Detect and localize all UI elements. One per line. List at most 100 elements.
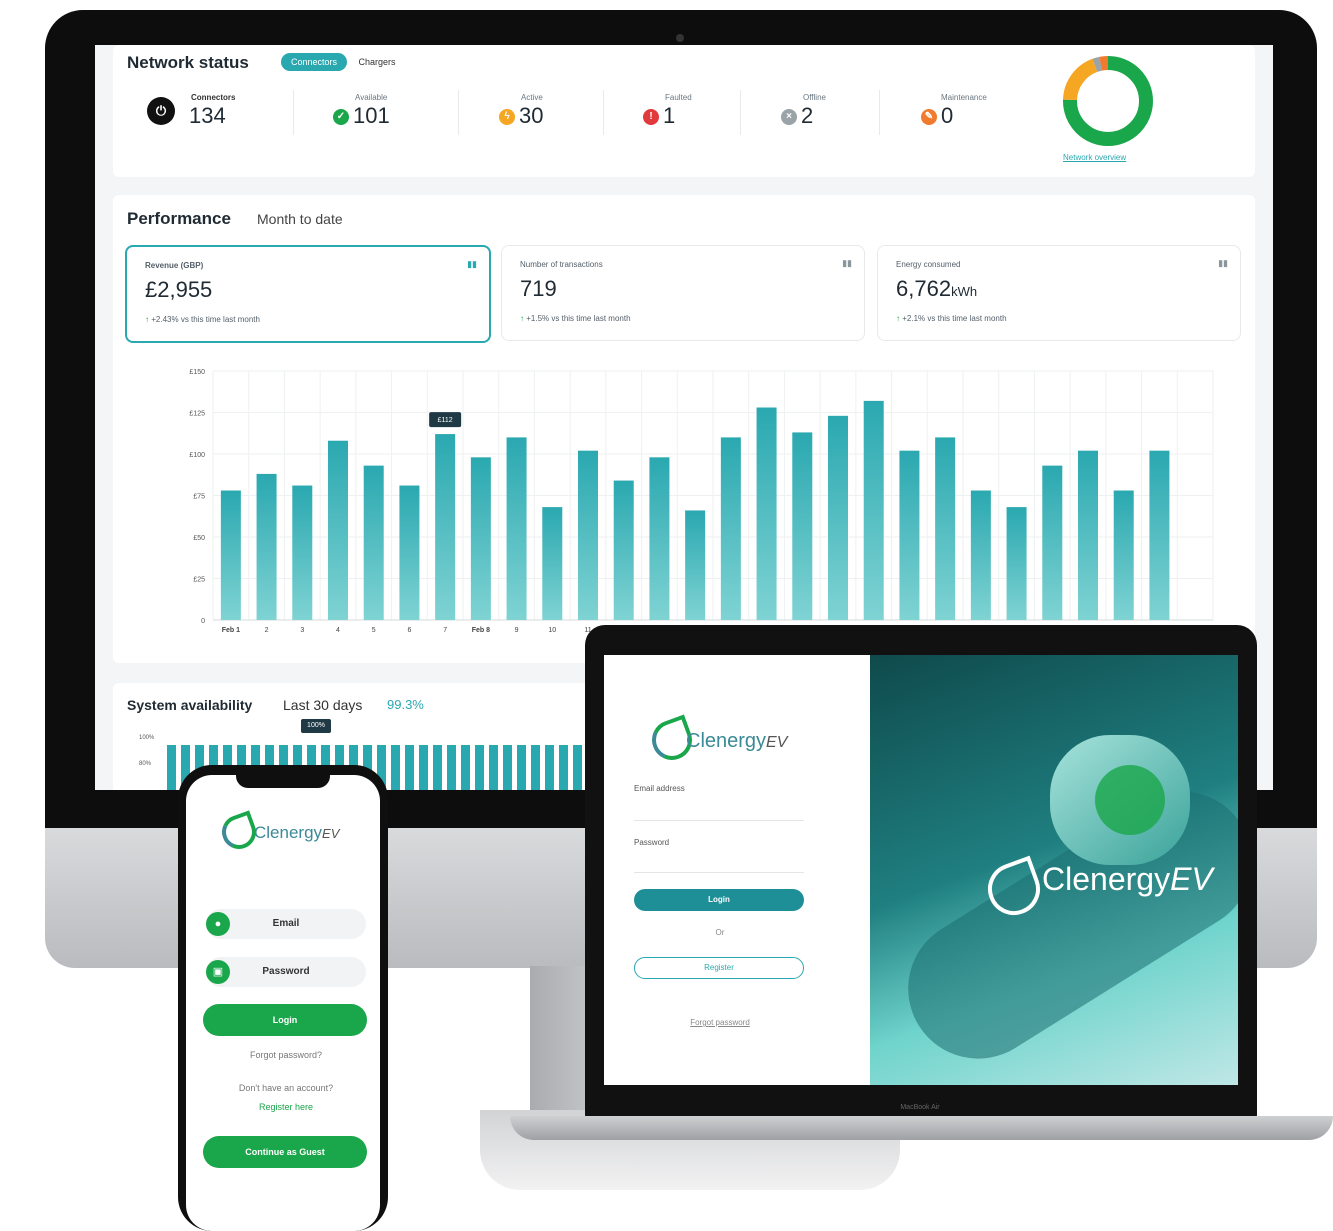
x-tick-label: 7 (443, 627, 447, 634)
phone-register-link[interactable]: Register here (206, 1102, 366, 1112)
availability-bar (573, 745, 582, 790)
availability-bar (419, 745, 428, 790)
bar (578, 450, 598, 620)
kpi-label: Number of transactions (520, 260, 603, 269)
y-tick-label: £100 (189, 452, 205, 459)
y-tick-label: £75 (193, 494, 205, 501)
bar (935, 437, 956, 620)
wrench-icon: ✎ (921, 109, 937, 125)
lock-icon: ▣ (206, 960, 230, 984)
bar (1113, 490, 1134, 620)
forgot-password-link[interactable]: Forgot password (660, 1018, 780, 1027)
y-tick: 100% (139, 735, 155, 741)
email-field[interactable] (634, 800, 804, 821)
availability-bar (433, 745, 442, 790)
bar (970, 490, 991, 620)
stat-value-active: 30 (519, 103, 544, 128)
bar (363, 465, 384, 620)
kpi-change: ↑ +2.1% vs this time last month (896, 314, 1007, 323)
kpi-change: ↑ +1.5% vs this time last month (520, 314, 631, 323)
stat-label-offline: Offline (803, 93, 826, 102)
tab-chargers[interactable]: Chargers (349, 53, 405, 71)
or-divider: Or (715, 928, 725, 937)
phone-guest-button[interactable]: Continue as Guest (203, 1136, 367, 1168)
availability-bar (489, 745, 498, 790)
divider (879, 90, 880, 135)
x-tick-label: Feb 8 (472, 627, 490, 634)
availability-bar (447, 745, 456, 790)
bar (1042, 465, 1063, 620)
phone-no-account-text: Don't have an account? (238, 1083, 334, 1093)
availability-bar (405, 745, 414, 790)
stat-label-connectors: Connectors (191, 93, 236, 102)
availability-title: System availability (127, 697, 253, 713)
bar (792, 432, 813, 620)
charger-hero-image: ClenergyEV (870, 655, 1238, 1085)
stat-value-connectors: 134 (189, 103, 226, 128)
phone-notch (236, 770, 330, 788)
bar (435, 434, 456, 620)
bar (1078, 450, 1098, 620)
email-label: Email address (634, 784, 685, 793)
check-icon: ✓ (333, 109, 349, 125)
kpi-change: ↑ +2.43% vs this time last month (145, 315, 260, 324)
bar (828, 415, 848, 620)
stat-value-faulted: 1 (663, 103, 676, 128)
phone-forgot-link[interactable]: Forgot password? (206, 1050, 366, 1060)
performance-title: Performance (127, 209, 231, 228)
performance-period: Month to date (257, 211, 343, 227)
chart-icon: ▮▮ (842, 258, 852, 268)
y-tick-label: £125 (189, 411, 205, 418)
chart-tooltip-label: £112 (438, 417, 453, 424)
bar (470, 457, 491, 620)
y-tick-label: £50 (193, 535, 205, 542)
divider (740, 90, 741, 135)
register-button[interactable]: Register (634, 957, 804, 979)
laptop-brand: ClenergyEV (686, 730, 788, 752)
bar (292, 485, 313, 620)
tab-connectors[interactable]: Connectors (281, 53, 347, 71)
divider (603, 90, 604, 135)
x-tick-label: 9 (515, 627, 519, 634)
network-status-title: Network status (127, 53, 249, 72)
availability-bar (167, 745, 176, 790)
network-donut-chart[interactable] (1058, 51, 1158, 151)
kpi-revenue[interactable]: Revenue (GBP) £2,955 ↑ +2.43% vs this ti… (125, 245, 491, 343)
kpi-energy[interactable]: Energy consumed 6,762kWh ↑ +2.1% vs this… (877, 245, 1241, 341)
phone-email-field[interactable]: Email (206, 909, 366, 939)
laptop-model-label: MacBook Air (900, 1104, 940, 1111)
kpi-value: 6,762kWh (896, 276, 978, 301)
availability-bar (517, 745, 526, 790)
user-icon: ● (206, 912, 230, 936)
phone-password-field[interactable]: Password (206, 957, 366, 987)
lightning-icon: ϟ (499, 109, 515, 125)
bar (399, 485, 420, 620)
bar (756, 407, 777, 620)
kpi-label: Energy consumed (896, 260, 961, 269)
bar (506, 437, 527, 620)
kpi-transactions[interactable]: Number of transactions 719 ↑ +1.5% vs th… (501, 245, 865, 341)
stat-label-available: Available (355, 93, 388, 102)
chart-icon: ▮▮ (1218, 258, 1228, 268)
password-label: Password (634, 838, 670, 847)
bar (863, 400, 884, 620)
divider (293, 90, 294, 135)
plug-icon: ⏻ (147, 97, 175, 125)
x-tick-label: 5 (372, 627, 376, 634)
phone-login-button[interactable]: Login (203, 1004, 367, 1036)
divider (458, 90, 459, 135)
x-tick-label: Feb 1 (222, 627, 240, 634)
stat-value-maintenance: 0 (941, 103, 954, 128)
availability-bar (545, 745, 554, 790)
network-status-card: Network status Connectors Chargers ⏻ Con… (113, 45, 1255, 177)
login-button[interactable]: Login (634, 889, 804, 911)
stat-label-faulted: Faulted (665, 93, 692, 102)
stat-label-maintenance: Maintenance (941, 93, 987, 102)
bar (328, 440, 348, 620)
password-field[interactable] (634, 852, 804, 873)
network-overview-link[interactable]: Network overview (1063, 153, 1183, 162)
hero-brand: ClenergyEV (1042, 861, 1213, 897)
camera (676, 34, 684, 42)
bar (649, 457, 670, 620)
bar (720, 437, 741, 620)
